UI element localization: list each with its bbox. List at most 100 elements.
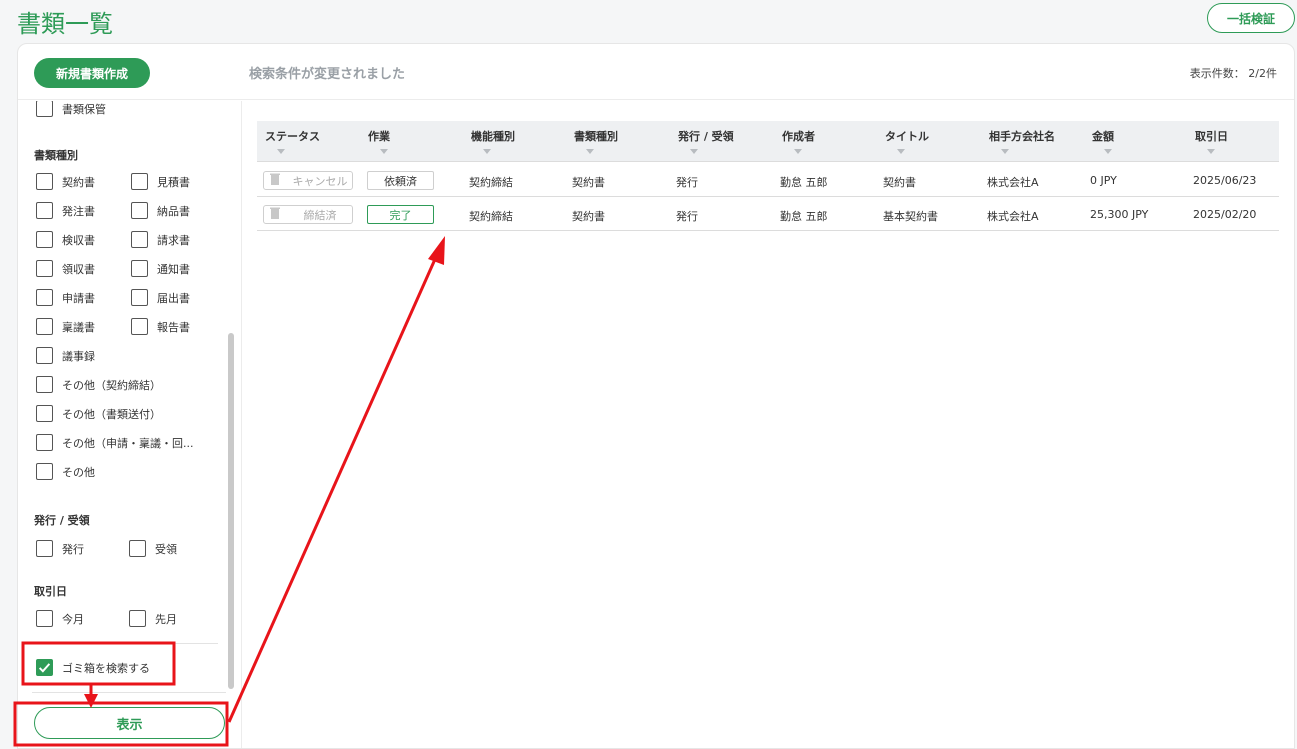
sort-arrow-icon[interactable] xyxy=(1207,149,1215,154)
checkbox-label: 納品書 xyxy=(157,204,190,218)
sort-arrow-icon[interactable] xyxy=(897,149,905,154)
checkbox[interactable] xyxy=(36,405,53,422)
filter-item-doctype[interactable]: 請求書 xyxy=(131,231,190,248)
checkbox[interactable] xyxy=(131,260,148,277)
filter-item-doctype[interactable]: 領収書 xyxy=(36,260,95,277)
column-header[interactable]: 作業 xyxy=(368,128,390,144)
filter-item-doctype[interactable]: 検収書 xyxy=(36,231,95,248)
filter-item-doctype[interactable]: 発注書 xyxy=(36,202,95,219)
check-icon xyxy=(38,663,51,673)
checkbox[interactable] xyxy=(36,540,53,557)
filter-item-storage[interactable]: 書類保管 xyxy=(36,101,106,117)
sort-arrow-icon[interactable] xyxy=(380,149,388,154)
work-badge[interactable]: 完了 xyxy=(367,205,434,224)
checkbox[interactable] xyxy=(131,231,148,248)
checkbox[interactable] xyxy=(36,463,53,480)
table-cell-func: 契約締結 xyxy=(469,176,513,189)
status-label: 締結済 xyxy=(303,208,337,222)
column-header[interactable]: 取引日 xyxy=(1195,128,1228,144)
filter-item-doctype[interactable]: その他（申請・稟議・回... xyxy=(36,434,194,451)
checkbox[interactable] xyxy=(36,173,53,190)
filter-item-this-month[interactable]: 今月 xyxy=(36,610,84,627)
filter-item-doctype[interactable]: 納品書 xyxy=(131,202,190,219)
checkbox[interactable] xyxy=(36,610,53,627)
column-header[interactable]: 作成者 xyxy=(782,128,815,144)
sort-arrow-icon[interactable] xyxy=(1001,149,1009,154)
filter-item-doctype[interactable]: 通知書 xyxy=(131,260,190,277)
checkbox-label: 請求書 xyxy=(157,233,190,247)
filter-item-doctype[interactable]: その他（契約締結） xyxy=(36,376,161,393)
column-header[interactable]: ステータス xyxy=(265,128,320,144)
filter-item-doctype[interactable]: その他 xyxy=(36,463,95,480)
work-badge[interactable]: 依頼済 xyxy=(367,171,434,190)
table-cell-date: 2025/06/23 xyxy=(1193,174,1257,187)
checkbox[interactable] xyxy=(131,318,148,335)
filter-item-trash[interactable]: ゴミ箱を検索する xyxy=(36,659,150,676)
column-header[interactable]: 機能種別 xyxy=(471,128,515,144)
checkbox[interactable] xyxy=(131,202,148,219)
checkbox-label: 検収書 xyxy=(62,233,95,247)
sort-arrow-icon[interactable] xyxy=(794,149,802,154)
checkbox-label: ゴミ箱を検索する xyxy=(62,661,150,675)
filter-item-doctype[interactable]: 稟議書 xyxy=(36,318,95,335)
filter-item-doctype[interactable]: 届出書 xyxy=(131,289,190,306)
filter-item-issue[interactable]: 発行 xyxy=(36,540,84,557)
checkbox[interactable] xyxy=(36,289,53,306)
sort-arrow-icon[interactable] xyxy=(483,149,491,154)
new-document-button[interactable]: 新規書類作成 xyxy=(34,58,150,88)
checkbox-label: その他（書類送付） xyxy=(62,407,161,421)
sort-arrow-icon[interactable] xyxy=(1104,149,1112,154)
filter-item-doctype[interactable]: 契約書 xyxy=(36,173,95,190)
checkbox[interactable] xyxy=(36,202,53,219)
show-button[interactable]: 表示 xyxy=(34,707,225,739)
filter-item-doctype[interactable]: 見積書 xyxy=(131,173,190,190)
filter-item-receive[interactable]: 受領 xyxy=(129,540,177,557)
main-card: 新規書類作成 検索条件が変更されました 表示件数： 2/2件 書類保管 書類種別… xyxy=(17,43,1295,749)
checkbox[interactable] xyxy=(129,610,146,627)
checkbox[interactable] xyxy=(131,173,148,190)
doc-type-section-title: 書類種別 xyxy=(34,149,78,162)
column-header[interactable]: 書類種別 xyxy=(574,128,618,144)
checkbox-checked[interactable] xyxy=(36,659,53,676)
table-row[interactable]: 締結済 完了 契約締結 契約書 発行 勤怠 五郎 基本契約書 株式会社A 25,300 JPY 2… xyxy=(257,197,1279,231)
checkbox-label: 通知書 xyxy=(157,262,190,276)
checkbox[interactable] xyxy=(131,289,148,306)
table-cell-company: 株式会社A xyxy=(987,176,1039,189)
checkbox[interactable] xyxy=(36,347,53,364)
table-cell-author: 勤怠 五郎 xyxy=(780,210,828,223)
column-header[interactable]: 相手方会社名 xyxy=(989,128,1055,144)
page-title: 書類一覧 xyxy=(17,10,113,38)
filter-item-doctype[interactable]: 申請書 xyxy=(36,289,95,306)
filter-scroll-area: 書類保管 書類種別 契約書 見積書発注書 納品書検収書 請求書領収書 通知書申請書 届出書… xyxy=(18,101,228,691)
sidebar-scrollbar[interactable] xyxy=(228,333,234,689)
checkbox-label: 申請書 xyxy=(62,291,95,305)
checkbox-label: 書類保管 xyxy=(62,102,106,116)
card-header: 新規書類作成 検索条件が変更されました 表示件数： 2/2件 xyxy=(18,44,1294,100)
status-badge: 締結済 xyxy=(263,205,353,224)
table-cell-amount: 25,300 JPY xyxy=(1090,208,1149,221)
table-row[interactable]: キャンセル 依頼済 契約締結 契約書 発行 勤怠 五郎 契約書 株式会社A 0 JPY 2025/… xyxy=(257,163,1279,197)
filter-item-last-month[interactable]: 先月 xyxy=(129,610,177,627)
checkbox[interactable] xyxy=(129,540,146,557)
checkbox[interactable] xyxy=(36,260,53,277)
column-header[interactable]: 発行 / 受領 xyxy=(678,128,734,144)
filter-item-doctype[interactable]: その他（書類送付） xyxy=(36,405,161,422)
sort-arrow-icon[interactable] xyxy=(690,149,698,154)
checkbox[interactable] xyxy=(36,231,53,248)
column-header[interactable]: 金額 xyxy=(1092,128,1114,144)
filter-item-doctype[interactable]: 報告書 xyxy=(131,318,190,335)
checkbox-label: 領収書 xyxy=(62,262,95,276)
filter-item-doctype[interactable]: 議事録 xyxy=(36,347,95,364)
column-header[interactable]: タイトル xyxy=(885,128,929,144)
checkbox-label: 先月 xyxy=(155,612,177,626)
status-badge: キャンセル xyxy=(263,171,353,190)
sort-arrow-icon[interactable] xyxy=(586,149,594,154)
checkbox[interactable] xyxy=(36,434,53,451)
search-changed-message: 検索条件が変更されました xyxy=(249,67,406,82)
checkbox[interactable] xyxy=(36,318,53,335)
table-header: ステータス 作業 機能種別 書類種別 発行 / 受領 作成者 タイトル 相手方会社名 金額 取引日 xyxy=(257,121,1279,162)
sort-arrow-icon[interactable] xyxy=(277,149,285,154)
bulk-verify-button[interactable]: 一括検証 xyxy=(1207,3,1295,33)
checkbox[interactable] xyxy=(36,101,53,117)
checkbox[interactable] xyxy=(36,376,53,393)
